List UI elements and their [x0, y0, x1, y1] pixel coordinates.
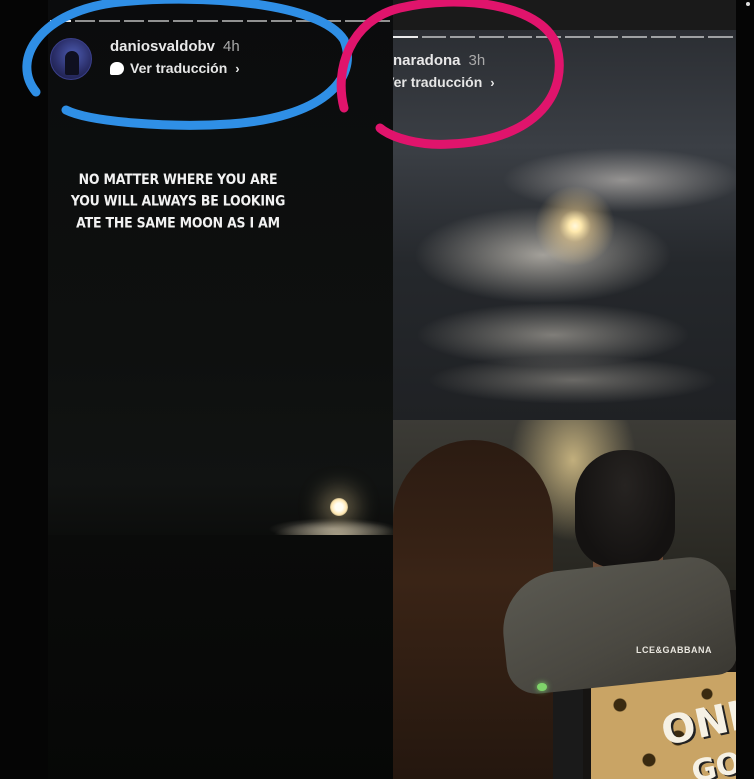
username[interactable]: daniosvaldobv [110, 38, 215, 55]
corner-dot [746, 2, 750, 6]
translate-label: Ver traducción [393, 74, 483, 90]
story-header: daniosvaldobv 4h Ver traducción › [50, 38, 240, 80]
translate-label: Ver traducción [130, 60, 228, 76]
chevron-right-icon: › [490, 74, 495, 90]
quote-line: ATE THE SAME MOON AS I AM [76, 213, 280, 231]
moon [330, 498, 348, 516]
story-progress-bar [393, 36, 734, 38]
avatar[interactable] [50, 38, 92, 80]
translate-button[interactable]: Ver traducción › [110, 60, 240, 76]
quote-line: YOU WILL ALWAYS BE LOOKING [70, 191, 286, 210]
story-quote-text: NO MATTER WHERE YOU ARE YOU WILL ALWAYS … [48, 168, 308, 234]
dark-ground [48, 535, 393, 779]
shirt-brand-text: LCE&GABBANA [636, 645, 712, 655]
chevron-right-icon: › [235, 60, 240, 76]
boy-head [575, 450, 675, 568]
story-progress-bar [50, 20, 391, 22]
story-left[interactable]: daniosvaldobv 4h Ver traducción › NO MAT… [48, 0, 393, 779]
post-time: 4h [223, 38, 240, 55]
translate-button[interactable]: Ver traducción › [393, 74, 495, 90]
story-header: naradona 3h Ver traducción › [393, 52, 495, 90]
story-right[interactable]: LCE&GABBANA ONL GOOD naradona 3h Ver tra… [393, 0, 736, 779]
quote-line: NO MATTER WHERE YOU ARE [78, 170, 278, 188]
speech-bubble-icon [110, 61, 124, 75]
green-light [537, 683, 547, 691]
username[interactable]: naradona [393, 52, 461, 69]
post-time: 3h [468, 52, 486, 69]
